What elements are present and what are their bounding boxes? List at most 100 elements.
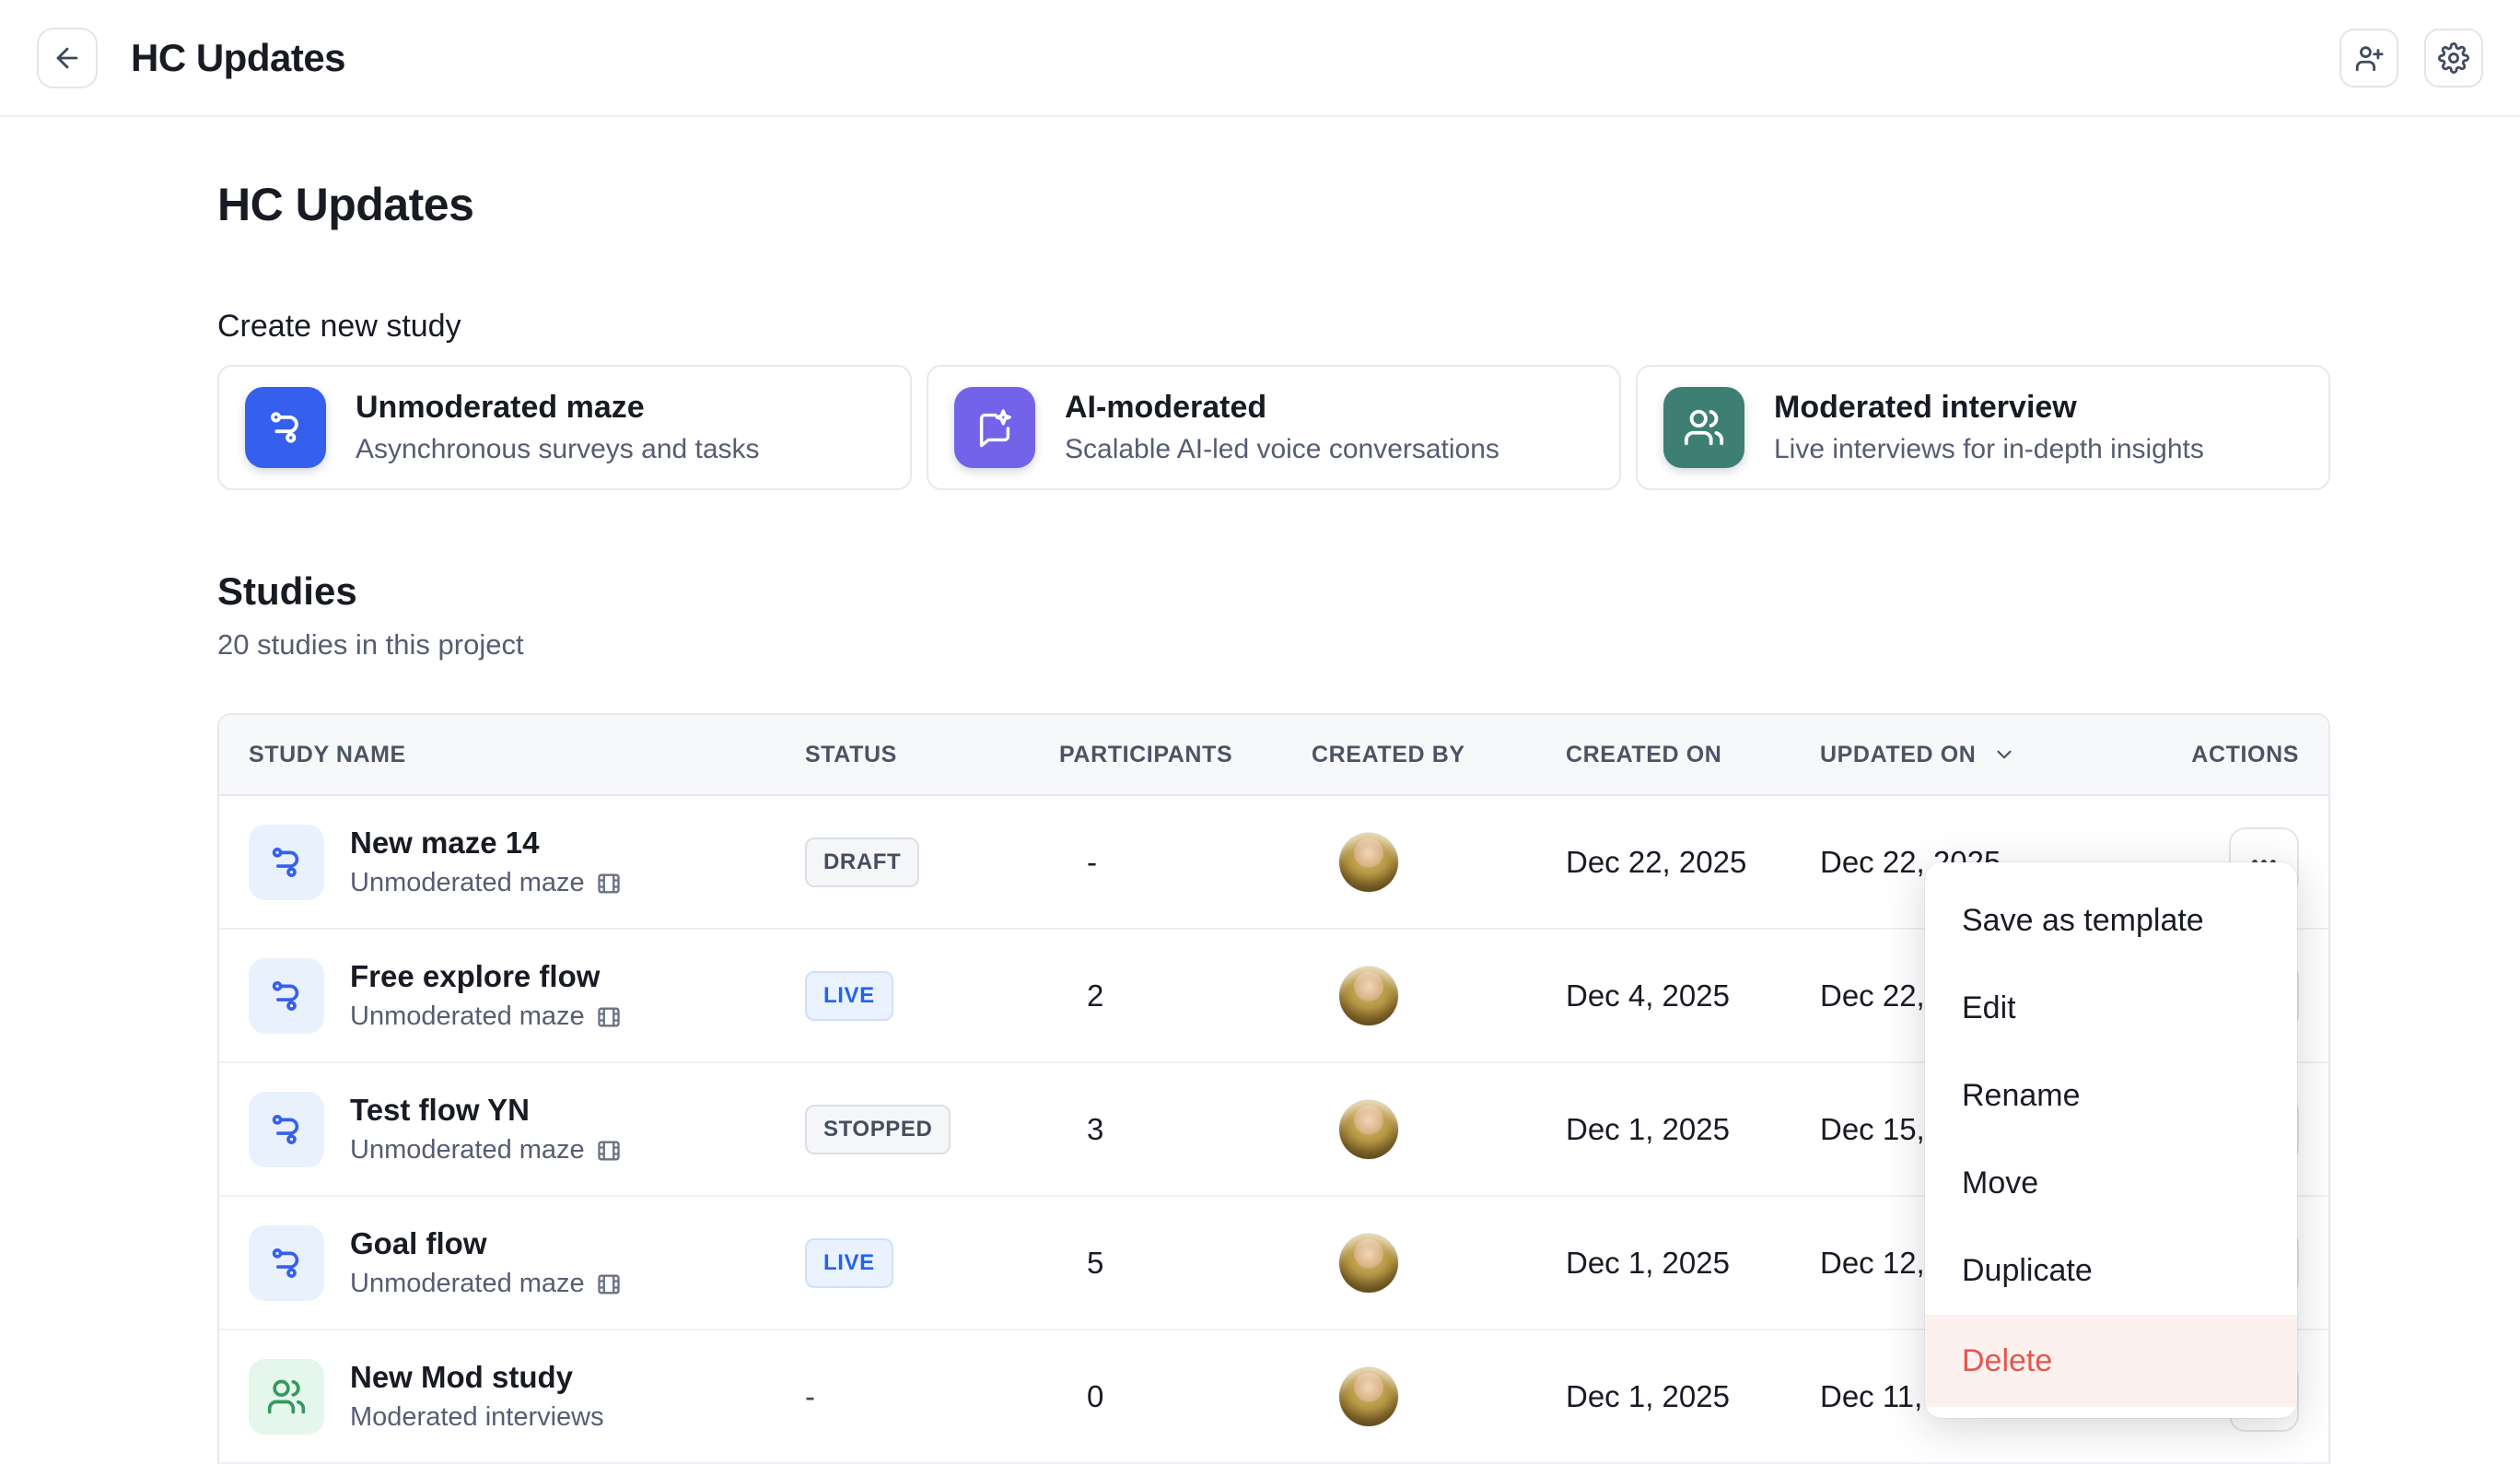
- avatar: [1339, 1367, 1398, 1426]
- participants-value: 5: [1059, 1246, 1312, 1281]
- study-type-label: Unmoderated maze: [350, 868, 585, 898]
- study-type: Unmoderated maze: [350, 1269, 622, 1299]
- participants-value: 3: [1059, 1112, 1312, 1147]
- card-text: Moderated interview Live interviews for …: [1774, 390, 2204, 465]
- created-on-value: Dec 1, 2025: [1566, 1379, 1820, 1414]
- people-icon: [249, 1359, 324, 1435]
- chevron-down-icon: [1992, 743, 2016, 767]
- column-header-updated-on[interactable]: UPDATED ON: [1820, 742, 2126, 768]
- avatar: [1339, 1100, 1398, 1159]
- card-title: Unmoderated maze: [356, 390, 760, 426]
- menu-item-rename[interactable]: Rename: [1925, 1052, 2297, 1140]
- top-bar: HC Updates: [0, 0, 2520, 117]
- film-icon: [596, 1004, 622, 1030]
- status-cell: DRAFT: [805, 837, 1059, 887]
- study-name-text: Test flow YN Unmoderated maze: [350, 1093, 622, 1165]
- column-header-status[interactable]: STATUS: [805, 742, 1059, 768]
- maze-route-icon: [245, 387, 326, 468]
- card-unmoderated-maze[interactable]: Unmoderated maze Asynchronous surveys an…: [217, 365, 912, 490]
- participants-value: -: [1059, 845, 1312, 880]
- participants-value: 0: [1059, 1379, 1312, 1414]
- column-header-actions: ACTIONS: [2191, 742, 2299, 768]
- study-name-cell: Goal flow Unmoderated maze: [249, 1225, 805, 1301]
- participants-value: 2: [1059, 978, 1312, 1013]
- card-text: AI-moderated Scalable AI-led voice conve…: [1065, 390, 1499, 465]
- avatar: [1339, 833, 1398, 892]
- created-by-cell: [1312, 1367, 1566, 1426]
- column-header-study-name[interactable]: STUDY NAME: [249, 742, 805, 768]
- card-text: Unmoderated maze Asynchronous surveys an…: [356, 390, 760, 465]
- maze-route-icon: [249, 1092, 324, 1167]
- maze-route-icon: [249, 1225, 324, 1301]
- film-icon: [596, 1271, 622, 1297]
- study-type: Unmoderated maze: [350, 1135, 622, 1165]
- created-on-value: Dec 4, 2025: [1566, 978, 1820, 1013]
- study-name-text: Goal flow Unmoderated maze: [350, 1226, 622, 1299]
- status-cell: LIVE: [805, 971, 1059, 1021]
- gear-icon: [2438, 42, 2469, 74]
- column-header-created-by[interactable]: CREATED BY: [1312, 742, 1566, 768]
- status-badge: LIVE: [805, 971, 893, 1021]
- status-value: -: [805, 1379, 815, 1413]
- people-icon: [1663, 387, 1744, 468]
- study-name: Free explore flow: [350, 959, 622, 994]
- card-title: AI-moderated: [1065, 390, 1499, 426]
- window-title: HC Updates: [131, 36, 345, 80]
- study-name-cell: Test flow YN Unmoderated maze: [249, 1092, 805, 1167]
- card-moderated-interview[interactable]: Moderated interview Live interviews for …: [1636, 365, 2330, 490]
- card-ai-moderated[interactable]: AI-moderated Scalable AI-led voice conve…: [927, 365, 1621, 490]
- study-name: Goal flow: [350, 1226, 622, 1261]
- menu-item-save-as-template[interactable]: Save as template: [1925, 877, 2297, 965]
- invite-user-button[interactable]: [2339, 29, 2398, 88]
- created-by-cell: [1312, 966, 1566, 1025]
- study-type: Moderated interviews: [350, 1402, 604, 1433]
- create-study-heading: Create new study: [217, 309, 2330, 345]
- card-subtitle: Scalable AI-led voice conversations: [1065, 434, 1499, 465]
- study-name-cell: New Mod study Moderated interviews: [249, 1359, 805, 1435]
- created-by-cell: [1312, 1234, 1566, 1293]
- study-name: Test flow YN: [350, 1093, 622, 1128]
- studies-count: 20 studies in this project: [217, 628, 2330, 662]
- menu-item-edit[interactable]: Edit: [1925, 965, 2297, 1052]
- arrow-left-icon: [52, 42, 83, 74]
- column-header-created-on[interactable]: CREATED ON: [1566, 742, 1820, 768]
- settings-button[interactable]: [2424, 29, 2483, 88]
- created-on-value: Dec 1, 2025: [1566, 1112, 1820, 1147]
- status-cell: LIVE: [805, 1238, 1059, 1288]
- created-on-value: Dec 1, 2025: [1566, 1246, 1820, 1281]
- chat-sparkle-icon: [954, 387, 1035, 468]
- avatar: [1339, 966, 1398, 1025]
- maze-route-icon: [249, 825, 324, 900]
- study-name-cell: Free explore flow Unmoderated maze: [249, 958, 805, 1034]
- study-name-text: Free explore flow Unmoderated maze: [350, 959, 622, 1032]
- study-type-label: Unmoderated maze: [350, 1001, 585, 1032]
- status-badge: LIVE: [805, 1238, 893, 1288]
- status-cell: -: [805, 1379, 1059, 1414]
- study-name: New maze 14: [350, 826, 622, 861]
- back-button[interactable]: [37, 28, 98, 88]
- study-name: New Mod study: [350, 1360, 604, 1395]
- study-type: Unmoderated maze: [350, 1001, 622, 1032]
- created-by-cell: [1312, 1100, 1566, 1159]
- menu-item-delete[interactable]: Delete: [1925, 1315, 2297, 1407]
- maze-route-icon: [249, 958, 324, 1034]
- avatar: [1339, 1234, 1398, 1293]
- column-header-participants[interactable]: PARTICIPANTS: [1059, 742, 1312, 768]
- card-title: Moderated interview: [1774, 390, 2204, 426]
- film-icon: [596, 1138, 622, 1164]
- study-type-label: Moderated interviews: [350, 1402, 604, 1433]
- column-header-label: UPDATED ON: [1820, 742, 1976, 768]
- studies-heading: Studies: [217, 569, 2330, 614]
- menu-item-move[interactable]: Move: [1925, 1140, 2297, 1227]
- table-header-row: STUDY NAME STATUS PARTICIPANTS CREATED B…: [219, 715, 2328, 796]
- film-icon: [596, 871, 622, 896]
- status-cell: STOPPED: [805, 1105, 1059, 1154]
- study-name-text: New Mod study Moderated interviews: [350, 1360, 604, 1433]
- page-title: HC Updates: [217, 178, 2330, 231]
- study-type-label: Unmoderated maze: [350, 1135, 585, 1165]
- study-type-label: Unmoderated maze: [350, 1269, 585, 1299]
- card-subtitle: Asynchronous surveys and tasks: [356, 434, 760, 465]
- study-type: Unmoderated maze: [350, 868, 622, 898]
- menu-item-duplicate[interactable]: Duplicate: [1925, 1227, 2297, 1315]
- user-plus-icon: [2353, 42, 2385, 74]
